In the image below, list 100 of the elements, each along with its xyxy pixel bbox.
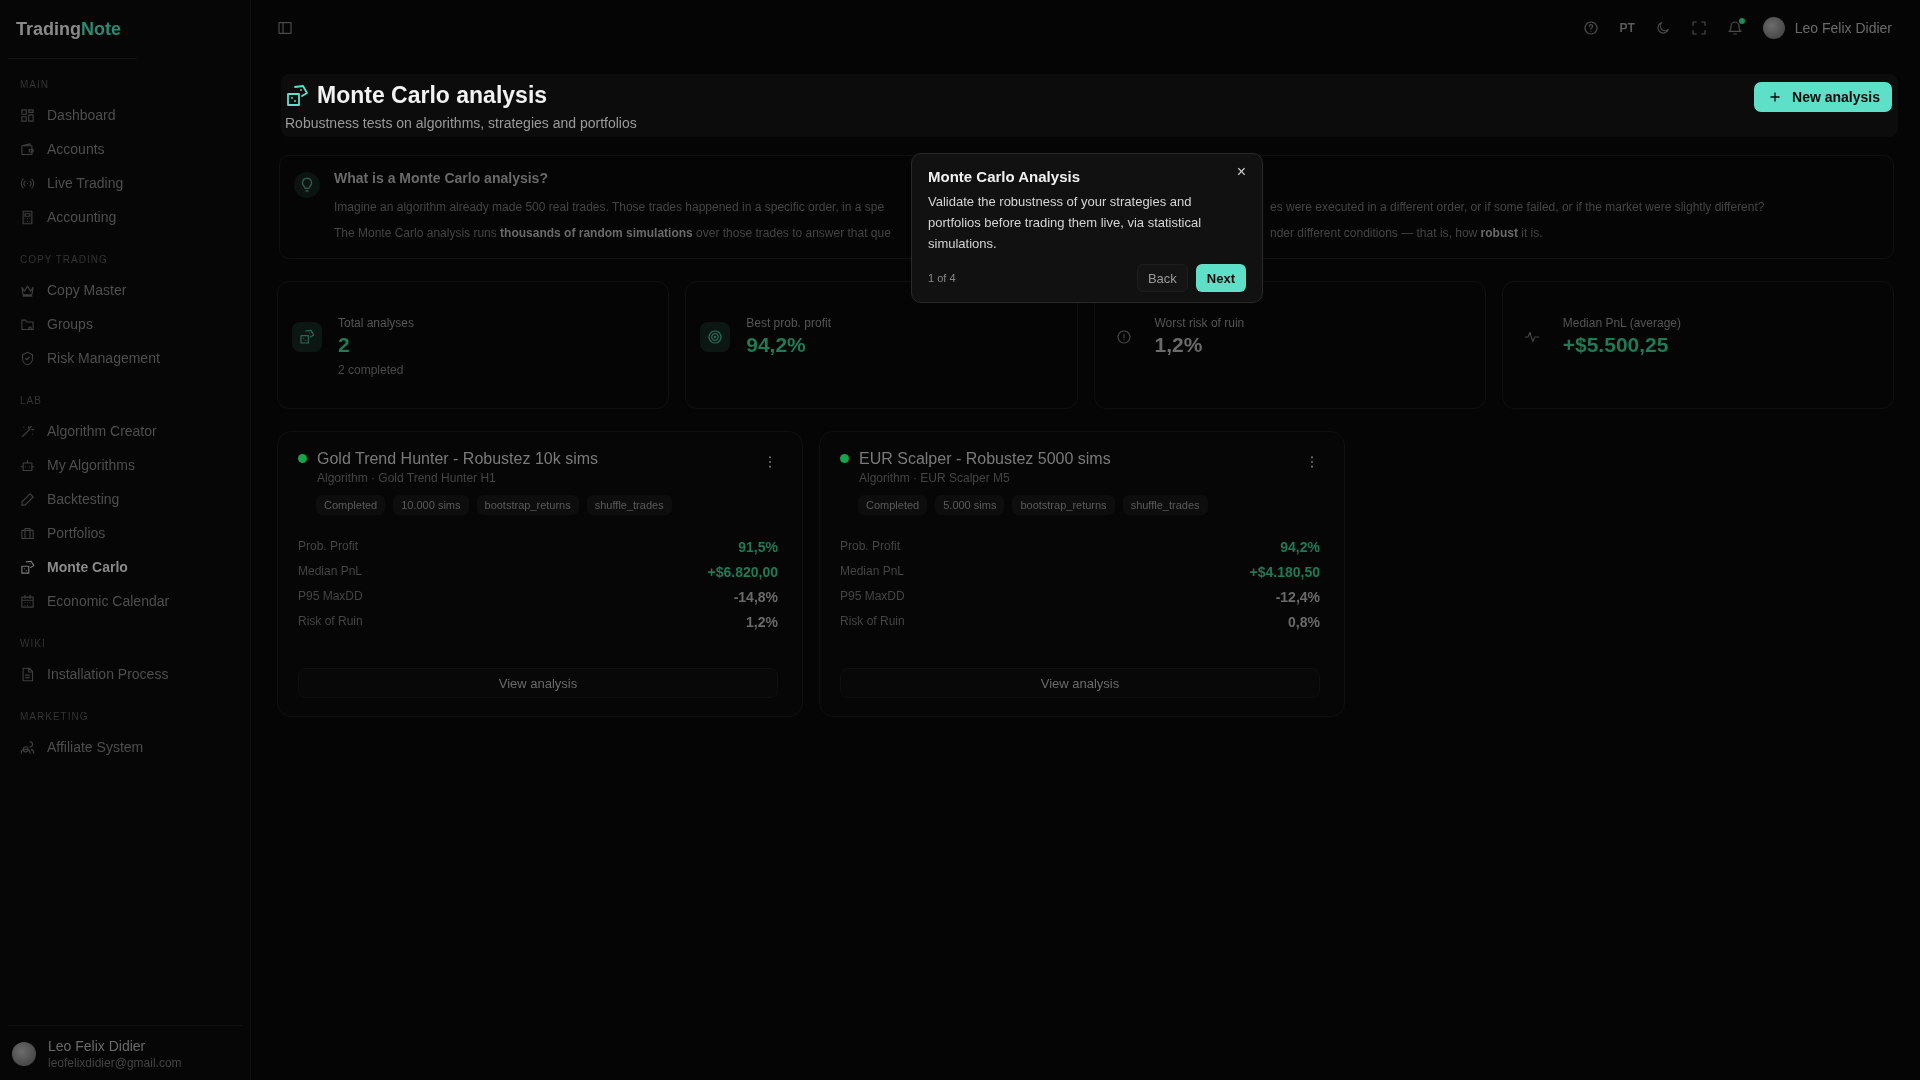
sidebar-item[interactable]: Accounts <box>8 132 242 166</box>
sidebar-item[interactable]: Economic Calendar <box>8 584 242 618</box>
robot-icon <box>20 457 35 473</box>
tag: bootstrap_returns <box>1012 495 1115 515</box>
calculator-icon <box>20 209 35 225</box>
metric-value: -14,8% <box>733 589 778 605</box>
metric-value: 91,5% <box>738 539 778 555</box>
metric-value: +$6.820,00 <box>707 564 778 580</box>
tag: Completed <box>858 495 928 515</box>
metric-label: P95 MaxDD <box>298 589 363 605</box>
sidebar-item[interactable]: Portfolios <box>8 516 242 550</box>
tag: 10.000 sims <box>393 495 469 515</box>
sidebar-item[interactable]: Live Trading <box>8 166 242 200</box>
sidebar-item[interactable]: Algorithm Creator <box>8 414 242 448</box>
pencil-icon <box>20 491 35 507</box>
user-email: leofelixdidier@gmail.com <box>48 1056 182 1070</box>
sidebar-item[interactable]: Accounting <box>8 200 242 234</box>
stat-label: Worst risk of ruin <box>1154 316 1245 330</box>
avatar <box>1762 17 1785 39</box>
briefcase-icon <box>20 525 35 541</box>
brand-logo: TradingNote <box>8 0 137 59</box>
tag: Completed <box>316 495 386 515</box>
metric-label: Prob. Profit <box>298 539 359 555</box>
new-analysis-button[interactable]: New analysis <box>1754 81 1892 112</box>
tag: 5.000 sims <box>935 495 1005 515</box>
users-icon <box>20 739 35 755</box>
stat-value: 94,2% <box>746 333 807 357</box>
sidebar-item[interactable]: My Algorithms <box>8 448 242 482</box>
pulse-icon <box>1523 329 1540 345</box>
user-name[interactable]: Leo Felix Didier <box>1794 20 1892 36</box>
page-subtitle: Robustness tests on algorithms, strategies and portfolios <box>285 115 637 131</box>
crown-icon <box>20 282 35 298</box>
grid-icon <box>20 107 35 123</box>
metric-label: Risk of Ruin <box>298 614 363 630</box>
stat-label: Best prob. profit <box>746 316 831 330</box>
analysis-source: Algorithm · EUR Scalper M5 <box>859 471 1011 485</box>
sidebar-toggle-icon[interactable] <box>277 20 293 36</box>
shield-icon <box>20 350 35 366</box>
page-title: Monte Carlo analysis <box>317 82 548 109</box>
metric-label: P95 MaxDD <box>840 589 905 605</box>
sidebar-item[interactable]: Monte Carlo <box>8 550 242 584</box>
sidebar-item[interactable]: Groups <box>8 307 242 341</box>
stat-value: 1,2% <box>1154 333 1204 357</box>
info-text: Imagine an algorithm already made 500 real trades. Those trades happened in a specific order, in a spe <box>334 200 885 214</box>
dice-icon <box>299 329 315 345</box>
sidebar-item[interactable]: Risk Management <box>8 341 242 375</box>
plus-icon <box>1768 89 1783 104</box>
back-button[interactable]: Back <box>1136 264 1188 292</box>
folder-icon <box>20 316 35 332</box>
target-icon <box>707 329 724 345</box>
sidebar-item[interactable]: Affiliate System <box>8 730 242 764</box>
alert-icon <box>1115 329 1132 345</box>
info-title: What is a Monte Carlo analysis? <box>334 170 548 186</box>
tag: shuffle_trades <box>1122 495 1208 515</box>
sidebar-item[interactable]: Installation Process <box>8 657 242 691</box>
metric-value: +$4.180,50 <box>1249 564 1320 580</box>
analysis-source: Algorithm · Gold Trend Hunter H1 <box>317 471 497 485</box>
document-icon <box>20 666 35 682</box>
stat-subtext: 2 completed <box>338 363 405 377</box>
stat-label: Total analyses <box>338 316 415 330</box>
step-counter: 1 of 4 <box>928 272 956 284</box>
analysis-title: Gold Trend Hunter - Robustez 10k sims <box>317 450 599 468</box>
dice-icon <box>285 83 309 108</box>
tour-text: Validate the robustness of your strategies and portfolios before trading them live, via statistical simulations. <box>928 193 1203 253</box>
metric-label: Median PnL <box>840 564 905 580</box>
metric-value: 1,2% <box>746 614 778 630</box>
calendar-icon <box>20 593 35 609</box>
sidebar-item[interactable]: Copy Master <box>8 273 242 307</box>
info-text: The Monte Carlo analysis runs thousands of random simulations over those trades to answer that que <box>334 226 891 240</box>
close-button[interactable]: × <box>1236 164 1246 180</box>
fullscreen-icon[interactable] <box>1690 20 1707 36</box>
sidebar-item[interactable]: Dashboard <box>8 98 242 132</box>
avatar <box>12 1042 36 1066</box>
dice-icon <box>20 559 35 575</box>
view-analysis-button[interactable]: View analysis <box>840 668 1320 698</box>
metric-value: 94,2% <box>1280 539 1320 555</box>
metric-label: Risk of Ruin <box>840 614 905 630</box>
stat-value: +$5.500,25 <box>1562 333 1670 357</box>
stat-label: Median PnL (average) <box>1562 316 1682 330</box>
view-analysis-button[interactable]: View analysis <box>298 668 778 698</box>
user-name: Leo Felix Didier <box>48 1038 147 1054</box>
help-icon[interactable] <box>1583 20 1600 36</box>
metric-value: -12,4% <box>1275 589 1320 605</box>
sidebar-item[interactable]: Backtesting <box>8 482 242 516</box>
language-toggle[interactable]: PT <box>1619 21 1635 35</box>
metric-label: Median PnL <box>298 564 363 580</box>
info-text: es were executed in a different order, or if some failed, or if the market were slightly different? <box>1270 200 1765 214</box>
wallet-icon <box>20 141 35 157</box>
moon-icon[interactable] <box>1654 20 1671 36</box>
tour-title: Monte Carlo Analysis <box>928 168 1080 185</box>
metric-label: Prob. Profit <box>840 539 901 555</box>
lightbulb-icon <box>294 172 320 198</box>
stat-value: 2 <box>338 333 351 357</box>
info-text: nder different conditions — that is, how robust it is. <box>1270 226 1543 240</box>
wand-icon <box>20 423 35 439</box>
notification-bell[interactable] <box>1726 20 1743 36</box>
analysis-title: EUR Scalper - Robustez 5000 sims <box>859 450 1112 468</box>
metric-value: 0,8% <box>1288 614 1320 630</box>
next-button[interactable]: Next <box>1195 264 1246 292</box>
tag: bootstrap_returns <box>476 495 579 515</box>
